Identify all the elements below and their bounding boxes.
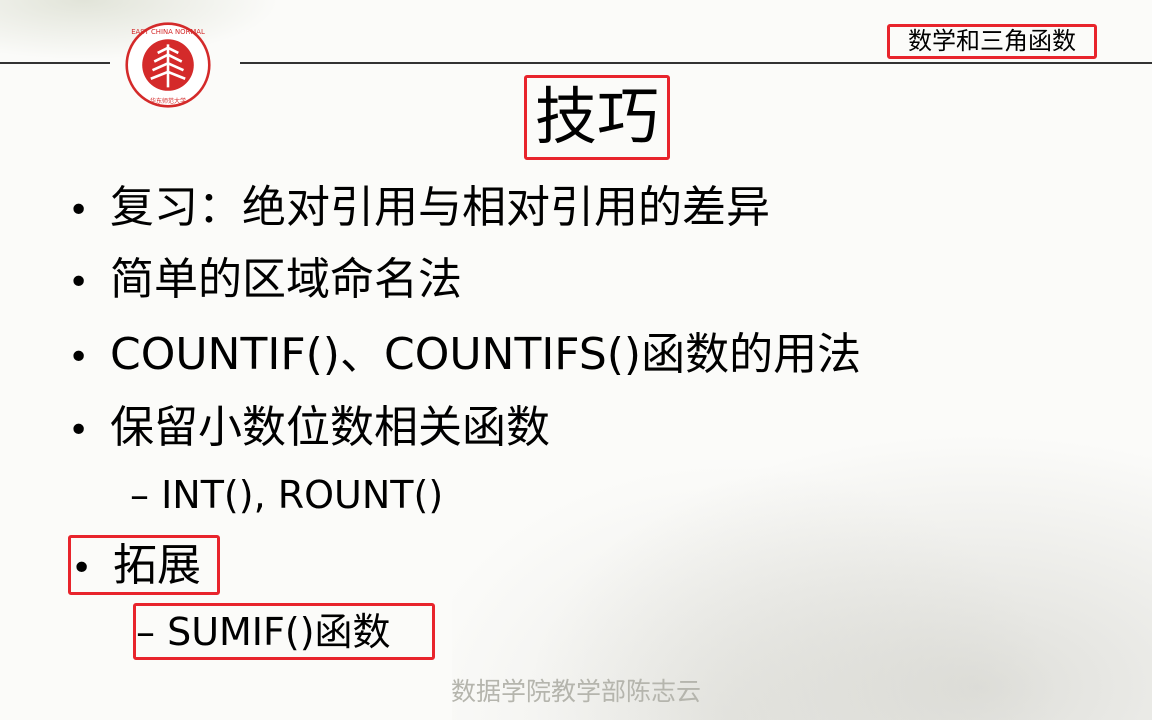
bullet-icon: • bbox=[68, 410, 90, 451]
svg-text:华东师范大学: 华东师范大学 bbox=[150, 97, 186, 105]
sub-bullet-highlighted: – SUMIF()函数 bbox=[133, 603, 435, 660]
bullet-icon: • bbox=[68, 190, 90, 231]
bullet-text: COUNTIF()、COUNTIFS()函数的用法 bbox=[110, 329, 862, 380]
slide-title: 技巧 bbox=[524, 75, 670, 160]
bullet-icon: • bbox=[68, 337, 90, 378]
header-rule-right bbox=[240, 62, 1152, 64]
bullet-item: • 简单的区域命名法 bbox=[68, 252, 462, 311]
bullet-icon: • bbox=[68, 262, 90, 303]
bullet-text: 拓展 bbox=[113, 540, 201, 591]
footer-author: 数据学院教学部陈志云 bbox=[450, 677, 701, 706]
bullet-text: 保留小数位数相关函数 bbox=[110, 402, 550, 453]
bullet-text: 复习：绝对引用与相对引用的差异 bbox=[110, 182, 770, 233]
background-landscape bbox=[452, 390, 1152, 720]
bullet-item: • 复习：绝对引用与相对引用的差异 bbox=[68, 180, 770, 239]
bullet-item-highlighted: • 拓展 bbox=[68, 535, 220, 595]
bullet-icon: • bbox=[71, 548, 93, 589]
bullet-text: 简单的区域命名法 bbox=[110, 254, 462, 305]
university-logo: EAST CHINA NORMAL 华东师范大学 bbox=[125, 22, 211, 108]
section-tag: 数学和三角函数 bbox=[887, 24, 1097, 59]
bullet-item: • 保留小数位数相关函数 bbox=[68, 400, 550, 459]
header-rule-left bbox=[0, 62, 110, 64]
svg-text:EAST CHINA NORMAL: EAST CHINA NORMAL bbox=[131, 28, 205, 36]
sub-bullet-text: – INT(), ROUNT() bbox=[130, 473, 444, 517]
bullet-item: • COUNTIF()、COUNTIFS()函数的用法 bbox=[68, 327, 861, 386]
